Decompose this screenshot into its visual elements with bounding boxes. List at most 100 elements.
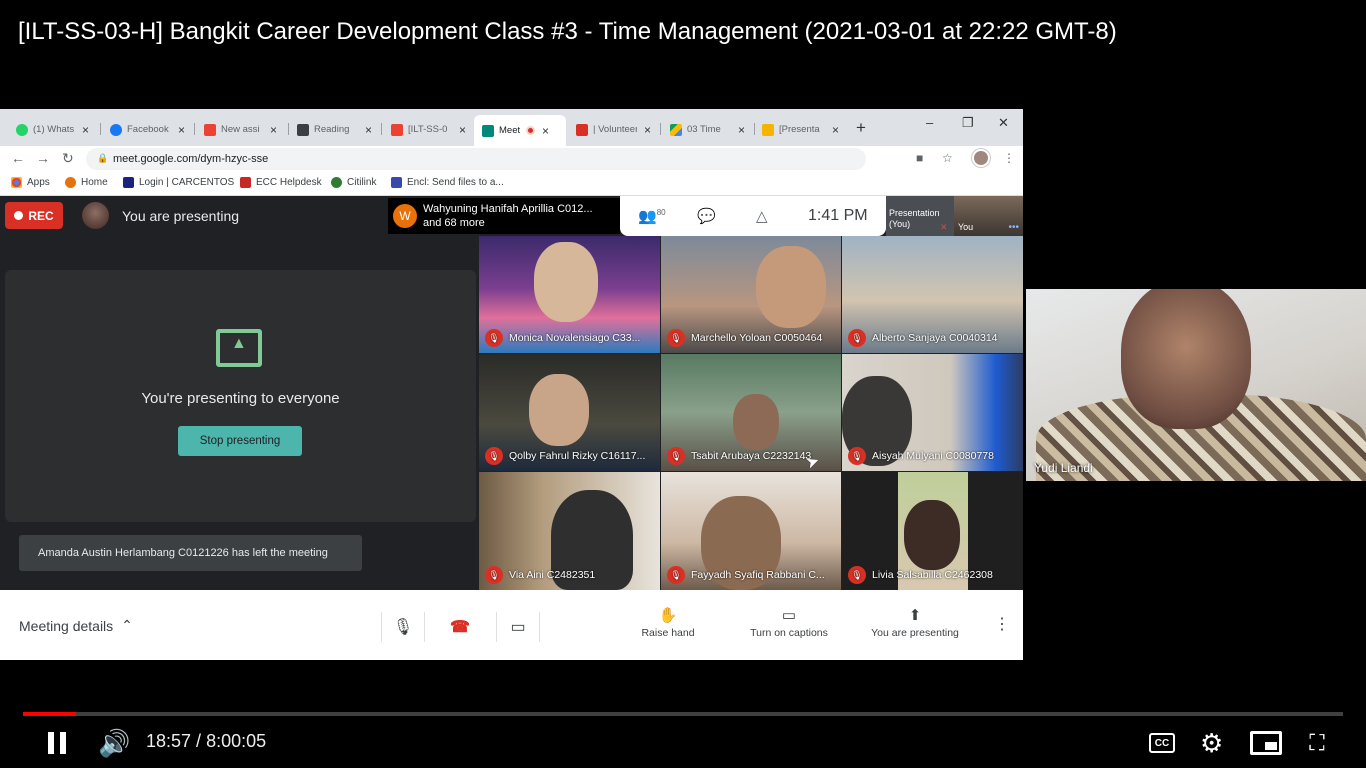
browser-menu-icon[interactable]: ⋮ bbox=[1003, 151, 1015, 165]
participant-tile[interactable]: 🎙 Livia Salsabilla C2462308 bbox=[842, 472, 1023, 590]
video-progress-bar[interactable] bbox=[23, 712, 1343, 716]
close-window-button[interactable]: ✕ bbox=[998, 115, 1009, 131]
meet-top-bar: 👥80 💬 △ 1:41 PM bbox=[620, 196, 886, 236]
avatar bbox=[82, 202, 109, 229]
bookmark-star-icon[interactable]: ☆ bbox=[942, 151, 953, 165]
browser-tab[interactable]: Facebook × bbox=[110, 117, 188, 142]
chevron-up-icon: ⌃ bbox=[121, 617, 133, 633]
more-options-icon[interactable]: ••• bbox=[1008, 222, 1019, 233]
settings-button[interactable]: ⚙ bbox=[1200, 727, 1223, 759]
exit-fullscreen-button[interactable]: ⛶ bbox=[1304, 727, 1330, 759]
left-meeting-toast: Amanda Austin Herlambang C0121226 has le… bbox=[19, 535, 362, 571]
participant-tile[interactable]: 🎙 Alberto Sanjaya C0040314 bbox=[842, 236, 1023, 353]
notification-line-2: and 68 more bbox=[423, 217, 485, 229]
back-button[interactable]: ← bbox=[11, 150, 25, 166]
close-tab-icon[interactable]: × bbox=[542, 124, 549, 138]
record-dot-icon bbox=[14, 211, 24, 220]
browser-tab[interactable]: 03 Time × bbox=[670, 117, 748, 142]
browser-tab[interactable]: [ILT-SS-0 × bbox=[391, 117, 469, 142]
participants-count: 80 bbox=[656, 208, 666, 217]
bookmark-apps[interactable]: Apps bbox=[11, 177, 50, 188]
bookmark-citilink[interactable]: Citilink bbox=[331, 177, 376, 188]
mic-off-icon: 🎙 bbox=[848, 329, 866, 347]
mic-off-icon: 🎙 bbox=[485, 566, 503, 584]
close-tab-icon[interactable]: × bbox=[459, 123, 466, 137]
bookmark-login[interactable]: Login | CARCENTOS bbox=[123, 177, 234, 188]
activities-icon: △ bbox=[756, 208, 768, 225]
mic-off-icon: 🎙 bbox=[848, 566, 866, 584]
captions-button[interactable]: ▭ Turn on captions bbox=[744, 606, 834, 639]
bookmark-send-files[interactable]: Encl: Send files to a... bbox=[391, 177, 504, 188]
whatsapp-icon bbox=[16, 123, 28, 136]
recording-badge: REC bbox=[5, 202, 63, 229]
time-display: 18:57 / 8:00:05 bbox=[146, 731, 267, 751]
bookmark-helpdesk[interactable]: ECC Helpdesk bbox=[240, 177, 322, 188]
volume-button[interactable]: 🔊 bbox=[98, 727, 130, 759]
browser-tab[interactable]: [Presenta × bbox=[762, 117, 846, 142]
bookmark-home[interactable]: Home bbox=[65, 177, 108, 188]
raise-hand-button[interactable]: ✋ Raise hand bbox=[632, 606, 704, 639]
subtitles-button[interactable]: CC bbox=[1149, 733, 1175, 753]
forward-button[interactable]: → bbox=[36, 150, 50, 166]
participant-tile[interactable]: 🎙 Fayyadh Syafiq Rabbani C... bbox=[661, 472, 841, 590]
browser-tab[interactable]: | Volunteer × bbox=[576, 117, 654, 142]
close-tab-icon[interactable]: × bbox=[270, 123, 277, 137]
hand-icon: ✋ bbox=[658, 607, 678, 624]
participant-tile[interactable]: 🎙 Via Aini C2482351 bbox=[479, 472, 660, 590]
miniplayer-button[interactable] bbox=[1250, 731, 1282, 755]
meeting-clock: 1:41 PM bbox=[808, 207, 868, 224]
close-tab-icon[interactable]: × bbox=[178, 123, 185, 137]
join-notification: W Wahyuning Hanifah Aprillia C012... and… bbox=[388, 198, 620, 234]
participant-tile[interactable]: 🎙 Qolby Fahrul Rizky C16117... bbox=[479, 354, 660, 471]
exit-fullscreen-icon: ⛶ bbox=[1309, 730, 1325, 755]
participant-tile[interactable]: 🎙 Marchello Yoloan C0050464 bbox=[661, 236, 841, 353]
presenting-status: You are presenting bbox=[122, 208, 240, 224]
slides-icon bbox=[762, 123, 774, 136]
browser-tab[interactable]: New assi × bbox=[204, 117, 282, 142]
close-tab-icon[interactable]: × bbox=[365, 123, 372, 137]
pause-button[interactable] bbox=[44, 727, 70, 759]
speaker-icon: 🔊 bbox=[98, 727, 131, 758]
restore-button[interactable]: ❐ bbox=[962, 115, 974, 131]
presenting-panel: You're presenting to everyone Stop prese… bbox=[5, 270, 476, 522]
stop-presenting-button[interactable]: Stop presenting bbox=[178, 426, 302, 456]
notification-avatar: W bbox=[393, 204, 417, 228]
chat-button[interactable]: 💬 bbox=[697, 207, 716, 225]
participant-tile[interactable]: 🎙 Aisyah Mulyani C0080778 bbox=[842, 354, 1023, 471]
present-icon: ⬆ bbox=[908, 607, 922, 624]
gmail-icon bbox=[204, 123, 216, 136]
leave-call-button[interactable]: ☎ bbox=[440, 607, 480, 647]
camera-in-use-icon[interactable]: ■ bbox=[916, 151, 923, 165]
omnibox[interactable]: 🔒 meet.google.com/dym-hzyc-sse bbox=[86, 148, 866, 170]
activities-button[interactable]: △ bbox=[756, 207, 768, 225]
minimize-button[interactable]: – bbox=[926, 115, 933, 130]
recording-dot-icon bbox=[526, 126, 535, 135]
meet-icon bbox=[482, 124, 494, 137]
close-tab-icon[interactable]: × bbox=[644, 123, 651, 137]
meeting-details-button[interactable]: Meeting details ⌃ bbox=[19, 617, 133, 634]
facebook-icon bbox=[110, 123, 122, 136]
new-tab-button[interactable]: + bbox=[856, 118, 866, 138]
video-camera-icon: ▭ bbox=[510, 619, 526, 636]
mic-off-icon: 🎙 bbox=[485, 447, 503, 465]
more-options-icon[interactable]: ⋮ bbox=[994, 614, 1010, 634]
browser-tab[interactable]: (1) Whats × bbox=[16, 117, 94, 142]
reload-button[interactable]: ↻ bbox=[62, 150, 74, 167]
participant-grid: 🎙 Monica Novalensiago C33... 🎙 Marchello Y… bbox=[479, 236, 1023, 590]
presenting-message: You're presenting to everyone bbox=[141, 390, 340, 407]
close-tab-icon[interactable]: × bbox=[832, 123, 839, 137]
browser-tab-active[interactable]: Meet × bbox=[474, 115, 566, 146]
close-tab-icon[interactable]: × bbox=[82, 123, 89, 137]
present-screen-icon bbox=[216, 329, 262, 367]
participant-tile[interactable]: 🎙 Monica Novalensiago C33... bbox=[479, 236, 660, 353]
chat-icon: 💬 bbox=[697, 208, 716, 225]
close-tab-icon[interactable]: × bbox=[738, 123, 745, 137]
microphone-button[interactable]: 🎙 bbox=[383, 607, 423, 647]
browser-tab-strip: (1) Whats × Facebook × New assi × Reading × … bbox=[0, 109, 1023, 146]
camera-button[interactable]: ▭ bbox=[498, 607, 538, 647]
participants-button[interactable]: 👥80 bbox=[638, 207, 666, 225]
present-now-button[interactable]: ⬆ You are presenting bbox=[866, 606, 964, 639]
browser-tab[interactable]: Reading × bbox=[297, 117, 375, 142]
profile-avatar[interactable] bbox=[972, 149, 990, 167]
self-view-tiles: Presentation (You) ✕ You ••• bbox=[886, 196, 1023, 236]
